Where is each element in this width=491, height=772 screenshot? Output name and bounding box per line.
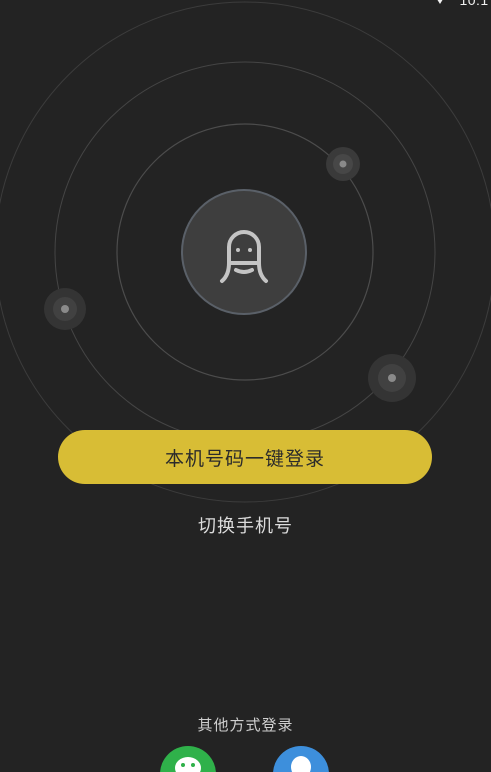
orbit-dot bbox=[368, 354, 416, 402]
orbit-dot bbox=[44, 288, 86, 330]
one-click-login-button[interactable]: 本机号码一键登录 bbox=[58, 430, 432, 484]
qq-login-button[interactable] bbox=[273, 746, 329, 772]
orbit-dot bbox=[326, 147, 360, 181]
login-screen: 10:17 bbox=[0, 0, 491, 772]
other-login-label: 其他方式登录 bbox=[197, 716, 294, 734]
switch-phone-link[interactable]: 切换手机号 bbox=[0, 512, 491, 538]
wechat-login-button[interactable] bbox=[160, 746, 216, 772]
qq-icon bbox=[291, 756, 311, 772]
avatar bbox=[181, 189, 307, 315]
wechat-icon bbox=[175, 757, 201, 772]
